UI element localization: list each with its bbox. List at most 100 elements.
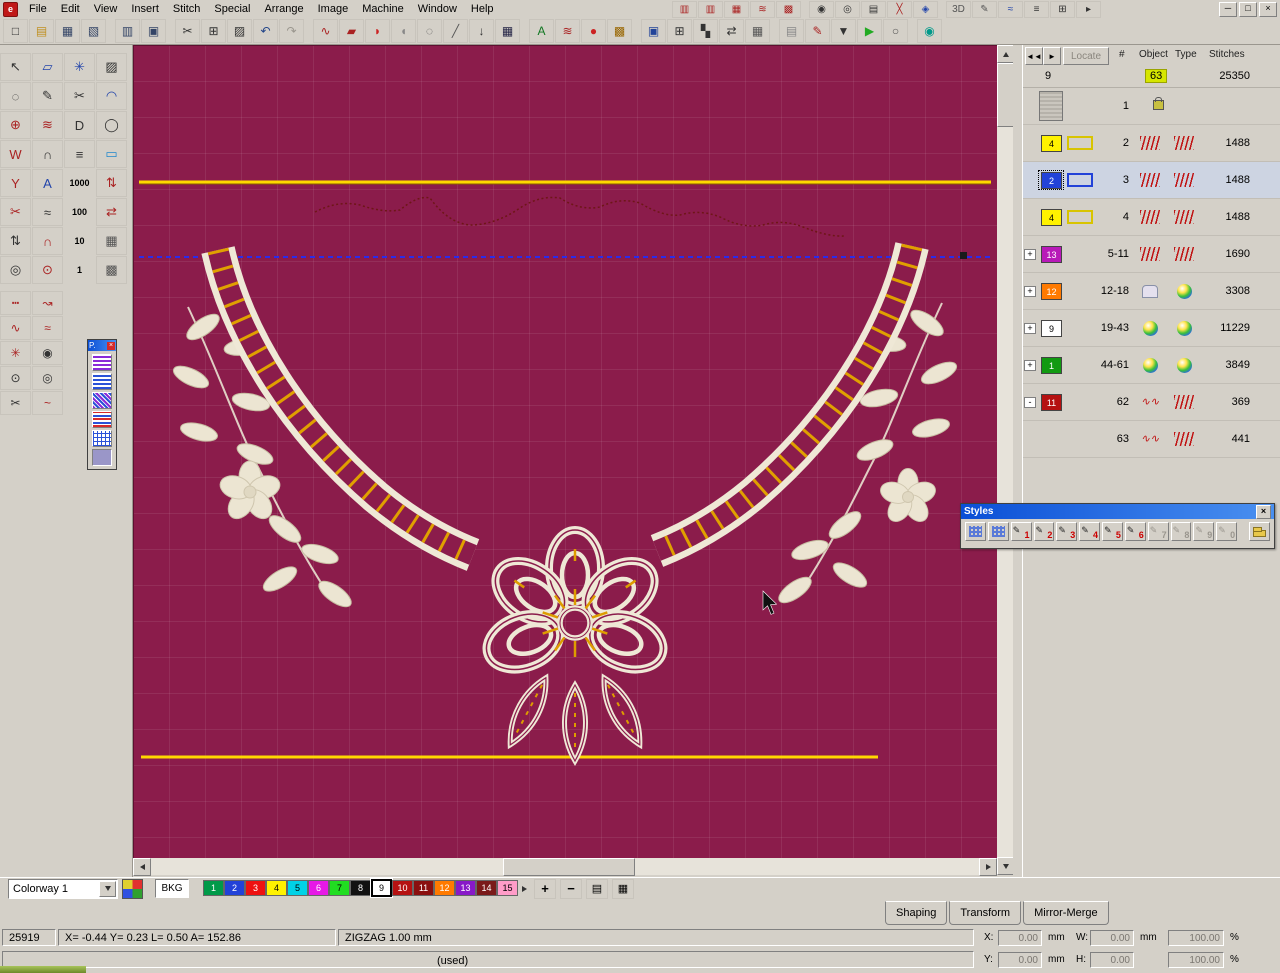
hoop-tool[interactable]: ∩	[32, 140, 63, 168]
apply-style-9[interactable]: 9	[1193, 522, 1214, 541]
pattern-fill-icon[interactable]: ▩	[776, 1, 801, 18]
open-style-file[interactable]	[1249, 522, 1270, 541]
menu-item[interactable]: Arrange	[257, 1, 310, 17]
open-design-button[interactable]: ▤	[29, 19, 54, 43]
palette-editor-icon[interactable]	[122, 879, 143, 899]
bottom-tab[interactable]: Shaping	[885, 901, 947, 925]
warp-effect-icon[interactable]: ✎	[972, 1, 997, 18]
background-color-button[interactable]: BKG	[155, 879, 189, 898]
design-report-button[interactable]: ▤	[779, 19, 804, 43]
outline-dotted-button[interactable]: ◌	[417, 19, 442, 43]
undo-button[interactable]: ↶	[253, 19, 278, 43]
print-preview-button[interactable]: ▣	[141, 19, 166, 43]
eyelet-tool[interactable]: ⊙	[32, 256, 63, 284]
ellipse-tool[interactable]: ◯	[96, 111, 127, 139]
colorway-chip[interactable]: 1	[203, 880, 224, 896]
lasso-select-tool[interactable]: ◌	[0, 82, 31, 110]
redo-button[interactable]: ↷	[279, 19, 304, 43]
expander-toggle[interactable]: +	[1024, 286, 1036, 297]
expander-toggle[interactable]: -	[1024, 397, 1036, 408]
colorway-chip[interactable]: 5	[287, 880, 308, 896]
object-row[interactable]: 2 3 1488	[1023, 162, 1280, 199]
zigzag-input-tool[interactable]: ≋	[32, 111, 63, 139]
applique-open-button[interactable]: ◖	[391, 19, 416, 43]
styles-title-bar[interactable]: Styles ×	[961, 504, 1274, 519]
hoop-rotate-tool[interactable]: ∩	[32, 227, 63, 255]
panel-splitter[interactable]	[1013, 45, 1022, 877]
object-row[interactable]: + 13 5-11 1690	[1023, 236, 1280, 273]
menu-item[interactable]: Machine	[355, 1, 411, 17]
vertical-scroll-thumb[interactable]	[997, 63, 1014, 127]
menu-item[interactable]: Edit	[54, 1, 87, 17]
contour-stitch-icon[interactable]: ◉	[809, 1, 834, 18]
paste-button[interactable]: ▨	[227, 19, 252, 43]
close-icon[interactable]: ×	[107, 342, 115, 350]
thread-color-chip[interactable]: 11	[1039, 393, 1063, 411]
w-field[interactable]: 0.00	[1090, 930, 1134, 946]
colorway-chip[interactable]: 12	[434, 880, 455, 896]
colorway-chip[interactable]: 15	[497, 880, 518, 896]
new-design-button[interactable]: □	[3, 19, 28, 43]
scroll-down-button[interactable]	[997, 857, 1014, 875]
3d-view-button[interactable]: 3D	[946, 1, 971, 18]
tatami-stitch-icon[interactable]: ▦	[724, 1, 749, 18]
fusion-fill-button[interactable]: ≋	[555, 19, 580, 43]
jump-tool[interactable]: ↝	[32, 291, 63, 315]
mirror-swap-button[interactable]: ⇄	[719, 19, 744, 43]
hoop-toggle-button[interactable]: ○	[883, 19, 908, 43]
apply-style-8[interactable]: 8	[1171, 522, 1192, 541]
minimize-button[interactable]: ─	[1219, 2, 1237, 17]
motif-run-icon[interactable]: ≋	[750, 1, 775, 18]
menu-item[interactable]: Special	[207, 1, 257, 17]
scissors-tool[interactable]: ✂	[64, 82, 95, 110]
bottom-tab[interactable]: Transform	[949, 901, 1021, 925]
florette-tool[interactable]: ✳	[0, 341, 31, 365]
fill-pattern-1[interactable]	[92, 354, 112, 371]
squiggle-tool[interactable]: ~	[32, 391, 63, 415]
arc-input-tool[interactable]: ◠	[96, 82, 127, 110]
fill-pattern-4[interactable]	[92, 411, 112, 428]
ring-small-tool[interactable]: ◎	[32, 366, 63, 390]
zoom-preset-1000[interactable]: 1000	[64, 169, 95, 197]
style-film-a[interactable]	[965, 522, 986, 541]
scroll-left-button[interactable]	[133, 858, 151, 876]
apply-style-0[interactable]: 0	[1216, 522, 1237, 541]
stitch-list-tool[interactable]: ≡	[64, 140, 95, 168]
colorway-chip[interactable]: 6	[308, 880, 329, 896]
object-list-icon[interactable]: ≡	[1024, 1, 1049, 18]
wave-effect-tool[interactable]: ∿	[0, 316, 31, 340]
tatami-grid-button[interactable]: ▦	[495, 19, 520, 43]
knot-tool[interactable]: ◉	[32, 341, 63, 365]
thread-color-chip[interactable]: 9	[1039, 319, 1063, 337]
lettering-tool[interactable]: A	[32, 169, 63, 197]
object-row[interactable]: + 12 12-18 3308	[1023, 273, 1280, 310]
spiral-stitch-icon[interactable]: ◎	[835, 1, 860, 18]
fill-pattern-3[interactable]	[92, 392, 112, 409]
thread-color-chip[interactable]: 4	[1039, 134, 1063, 152]
thread-color-chip[interactable]: 13	[1039, 245, 1063, 263]
apply-style-6[interactable]: 6	[1125, 522, 1146, 541]
object-row[interactable]: + 1 44-61 3849	[1023, 347, 1280, 384]
print-colorway-icon[interactable]: ▤	[586, 879, 608, 899]
colorway-chip[interactable]: 8	[350, 880, 371, 896]
column-input-tool[interactable]: W	[0, 140, 31, 168]
thread-color-chip[interactable]	[1039, 430, 1063, 448]
zoom-preset-1[interactable]: 1	[64, 256, 95, 284]
apply-style-1[interactable]: 1	[1011, 522, 1032, 541]
kerning-tool[interactable]: ≈	[32, 198, 63, 226]
density-up-tool[interactable]: ⇅	[96, 169, 127, 197]
colorway-chip[interactable]: 4	[266, 880, 287, 896]
object-row[interactable]: - 11 62 369	[1023, 384, 1280, 421]
scale-y-field[interactable]: 100.00	[1168, 952, 1224, 968]
locate-button[interactable]: Locate	[1063, 47, 1109, 65]
h-field[interactable]: 0.00	[1090, 952, 1134, 968]
filter-button[interactable]: ▼	[831, 19, 856, 43]
colorway-chip[interactable]: 14	[476, 880, 497, 896]
colorway-chip[interactable]: 3	[245, 880, 266, 896]
trim-tool[interactable]: ✂	[0, 198, 31, 226]
horizontal-scrollbar[interactable]	[133, 858, 997, 875]
menu-item[interactable]: Image	[311, 1, 356, 17]
eyelet-small-tool[interactable]: ⊙	[0, 366, 31, 390]
fill-pattern-6[interactable]	[92, 449, 112, 466]
overlap-distance-button[interactable]: ▚	[693, 19, 718, 43]
